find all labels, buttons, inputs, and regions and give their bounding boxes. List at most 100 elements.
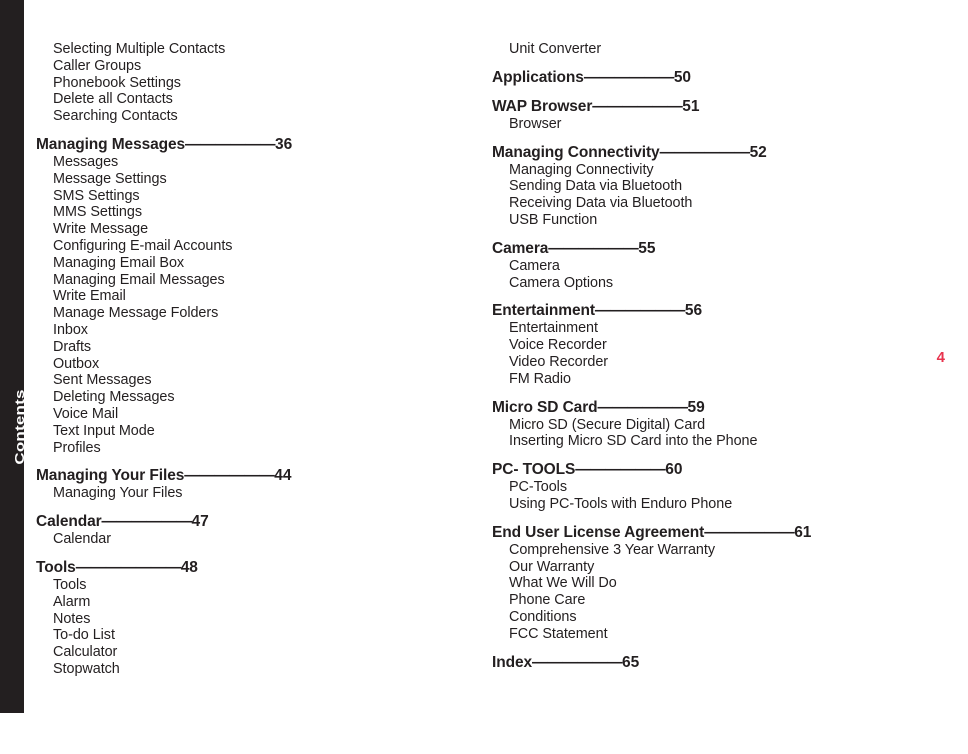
toc-entry[interactable]: Outbox: [36, 356, 466, 373]
toc-section: Micro SD Card——————59 Micro SD (Secure Di…: [492, 398, 942, 451]
toc-entry[interactable]: Managing Connectivity: [492, 162, 942, 179]
toc-entry[interactable]: Caller Groups: [36, 58, 466, 75]
toc-entry[interactable]: Managing Email Box: [36, 255, 466, 272]
toc-entry[interactable]: Message Settings: [36, 171, 466, 188]
toc-entry[interactable]: USB Function: [492, 212, 942, 229]
toc-section-title: Index: [492, 653, 532, 671]
toc-section-page: 50: [673, 68, 692, 86]
toc-entry[interactable]: Managing Your Files: [36, 485, 466, 502]
toc-leader-dashes: ——————: [184, 467, 275, 485]
toc-entry[interactable]: Voice Recorder: [492, 337, 942, 354]
toc-entry[interactable]: Our Warranty: [492, 559, 942, 576]
toc-leader-dashes: ——————: [597, 398, 689, 416]
toc-section-title: Entertainment: [492, 302, 595, 320]
toc-section-heading[interactable]: Managing Your Files——————44: [36, 466, 466, 485]
toc-section-heading[interactable]: WAP Browser——————51: [492, 97, 942, 116]
toc-leader-dashes: ——————: [594, 302, 686, 320]
toc-column-left: Selecting Multiple Contacts Caller Groups…: [36, 0, 466, 754]
toc-entry[interactable]: SMS Settings: [36, 188, 466, 205]
toc-section: Managing Messages——————36 Messages Message…: [36, 135, 466, 456]
toc-entry[interactable]: Using PC-Tools with Enduro Phone: [492, 496, 942, 513]
toc-entry[interactable]: Tools: [36, 577, 466, 594]
toc-section-heading[interactable]: Applications——————50: [492, 68, 942, 87]
toc-entry[interactable]: Manage Message Folders: [36, 305, 466, 322]
toc-entry[interactable]: Configuring E-mail Accounts: [36, 238, 466, 255]
toc-section-heading[interactable]: Managing Messages——————36: [36, 135, 466, 154]
toc-entry[interactable]: Searching Contacts: [36, 108, 466, 125]
toc-entry[interactable]: Profiles: [36, 440, 466, 457]
toc-section-page: 48: [180, 558, 198, 576]
toc-section-heading[interactable]: Tools———————48: [36, 558, 466, 577]
toc-section-heading[interactable]: Micro SD Card——————59: [492, 398, 942, 417]
toc-leader-dashes: ——————: [185, 135, 276, 153]
toc-entry[interactable]: Messages: [36, 154, 466, 171]
toc-section: PC- TOOLS——————60 PC-Tools Using PC-Tools …: [492, 460, 942, 513]
toc-entry[interactable]: Camera Options: [492, 275, 942, 292]
toc-leader-dashes: ——————: [659, 143, 751, 161]
toc-entry[interactable]: MMS Settings: [36, 204, 466, 221]
toc-entry[interactable]: Deleting Messages: [36, 389, 466, 406]
toc-entry[interactable]: Stopwatch: [36, 661, 466, 678]
toc-entry[interactable]: Unit Converter: [492, 41, 942, 58]
toc-entry[interactable]: Write Email: [36, 288, 466, 305]
toc-entry[interactable]: Sending Data via Bluetooth: [492, 178, 942, 195]
toc-entry[interactable]: Text Input Mode: [36, 423, 466, 440]
toc-section-heading[interactable]: PC- TOOLS——————60: [492, 460, 942, 479]
toc-section-page: 65: [621, 653, 640, 671]
toc-entry[interactable]: Receiving Data via Bluetooth: [492, 195, 942, 212]
toc-section-page: 36: [275, 135, 293, 153]
page-number: 4: [936, 349, 945, 366]
toc-section-heading[interactable]: End User License Agreement——————61: [492, 523, 942, 542]
toc-section-heading[interactable]: Camera——————55: [492, 239, 942, 258]
toc-entry[interactable]: What We Will Do: [492, 575, 942, 592]
toc-entry[interactable]: Sent Messages: [36, 372, 466, 389]
toc-section-heading[interactable]: Managing Connectivity——————52: [492, 143, 942, 162]
toc-entry[interactable]: Calculator: [36, 644, 466, 661]
toc-entry[interactable]: Camera: [492, 258, 942, 275]
toc-entry[interactable]: FCC Statement: [492, 626, 942, 643]
toc-leader-dashes: ——————: [531, 653, 623, 671]
toc-section-page: 51: [682, 97, 700, 115]
toc-section-page: 55: [638, 239, 656, 257]
toc-leader-dashes: ——————: [592, 97, 683, 115]
toc-entry[interactable]: Phone Care: [492, 592, 942, 609]
toc-section: WAP Browser——————51 Browser: [492, 97, 942, 133]
toc-entry[interactable]: Drafts: [36, 339, 466, 356]
toc-entry[interactable]: Write Message: [36, 221, 466, 238]
toc-orphan-list: Unit Converter: [492, 41, 942, 58]
toc-section-title: End User License Agreement: [492, 523, 705, 541]
spine-label: Contents: [12, 389, 28, 465]
toc-section-title: Applications: [492, 68, 584, 86]
toc-entry[interactable]: Comprehensive 3 Year Warranty: [492, 542, 942, 559]
toc-entry[interactable]: Video Recorder: [492, 354, 942, 371]
toc-entry[interactable]: Delete all Contacts: [36, 91, 466, 108]
toc-entry[interactable]: Micro SD (Secure Digital) Card: [492, 417, 942, 434]
toc-entry[interactable]: FM Radio: [492, 371, 942, 388]
toc-entry[interactable]: Calendar: [36, 531, 466, 548]
toc-entry[interactable]: Phonebook Settings: [36, 75, 466, 92]
toc-entry[interactable]: Entertainment: [492, 320, 942, 337]
toc-section: Camera——————55 Camera Camera Options: [492, 239, 942, 292]
toc-section-title: Managing Messages: [36, 135, 186, 153]
toc-entry[interactable]: Voice Mail: [36, 406, 466, 423]
toc-section-heading[interactable]: Index——————65: [492, 653, 942, 672]
toc-entry[interactable]: Conditions: [492, 609, 942, 626]
toc-entry[interactable]: To-do List: [36, 627, 466, 644]
toc-entry[interactable]: Browser: [492, 116, 942, 133]
toc-section-heading[interactable]: Calendar——————47: [36, 512, 466, 531]
toc-section: End User License Agreement——————61 Compre…: [492, 523, 942, 643]
toc-entry[interactable]: Managing Email Messages: [36, 272, 466, 289]
toc-section: Managing Connectivity——————52 Managing Co…: [492, 143, 942, 229]
toc-section-page: 44: [274, 467, 292, 485]
toc-section-heading[interactable]: Entertainment——————56: [492, 301, 942, 320]
toc-entry[interactable]: Inserting Micro SD Card into the Phone: [492, 433, 942, 450]
toc-entry[interactable]: PC-Tools: [492, 479, 942, 496]
toc-leader-dashes: ——————: [583, 68, 675, 86]
toc-section-title: Managing Your Files: [36, 467, 185, 485]
toc-entry[interactable]: Selecting Multiple Contacts: [36, 41, 466, 58]
toc-section: Managing Your Files——————44 Managing Your…: [36, 466, 466, 502]
toc-entry[interactable]: Inbox: [36, 322, 466, 339]
toc-section: Entertainment——————56 Entertainment Voice …: [492, 301, 942, 387]
toc-entry[interactable]: Notes: [36, 611, 466, 628]
toc-entry[interactable]: Alarm: [36, 594, 466, 611]
